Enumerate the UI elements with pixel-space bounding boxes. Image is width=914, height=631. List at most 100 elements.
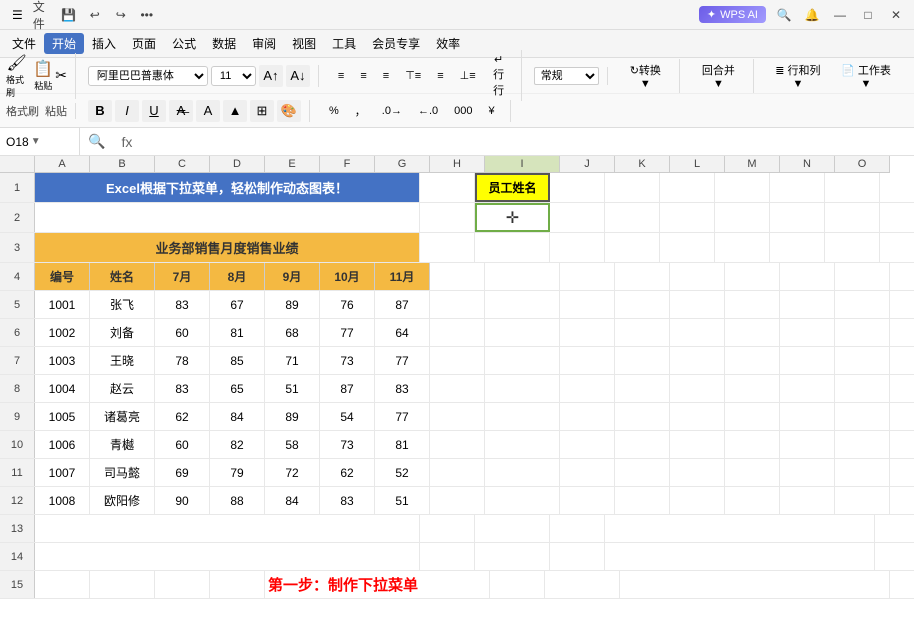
cell-F4[interactable]: 10月: [320, 263, 375, 290]
search-icon[interactable]: 🔍: [774, 5, 794, 25]
cell-K3[interactable]: [605, 233, 660, 262]
cell-B9[interactable]: 诸葛亮: [90, 403, 155, 430]
cell-O6[interactable]: [835, 319, 890, 346]
menu-formula[interactable]: 公式: [164, 33, 204, 54]
decimal-inc-btn[interactable]: .0→: [375, 102, 409, 120]
cell-D10[interactable]: 82: [210, 431, 265, 458]
cell-M8[interactable]: [725, 375, 780, 402]
cell-G7[interactable]: 77: [375, 347, 430, 374]
cell-N6[interactable]: [780, 319, 835, 346]
cell-E9[interactable]: 89: [265, 403, 320, 430]
cell-E6[interactable]: 68: [265, 319, 320, 346]
cell-H11[interactable]: [430, 459, 485, 486]
cell-N2[interactable]: [770, 203, 825, 232]
cell-M6[interactable]: [725, 319, 780, 346]
cell-O11[interactable]: [835, 459, 890, 486]
cell-B15[interactable]: [90, 571, 155, 598]
cell-G4[interactable]: 11月: [375, 263, 430, 290]
menu-insert[interactable]: 插入: [84, 33, 124, 54]
cell-J11[interactable]: [560, 459, 615, 486]
italic-btn[interactable]: I: [115, 100, 139, 122]
cell-G12[interactable]: 51: [375, 487, 430, 514]
cell-M9[interactable]: [725, 403, 780, 430]
row-col-btn[interactable]: ≣ 行和列▼: [766, 59, 830, 93]
cell-I14[interactable]: [475, 543, 550, 570]
cell-J5[interactable]: [560, 291, 615, 318]
cell-B10[interactable]: 青樾: [90, 431, 155, 458]
cell-N4[interactable]: [780, 263, 835, 290]
wrap-text-btn[interactable]: ↵行行: [485, 50, 513, 101]
cell-G10[interactable]: 81: [375, 431, 430, 458]
cell-F9[interactable]: 54: [320, 403, 375, 430]
cell-O7[interactable]: [835, 347, 890, 374]
cell-B7[interactable]: 王晓: [90, 347, 155, 374]
number-format-selector[interactable]: 常规: [534, 67, 599, 85]
cell-A5[interactable]: 1001: [35, 291, 90, 318]
comma-btn[interactable]: ，: [348, 100, 373, 122]
cell-D7[interactable]: 85: [210, 347, 265, 374]
cell-E12[interactable]: 84: [265, 487, 320, 514]
cell-F11[interactable]: 62: [320, 459, 375, 486]
cell-H8[interactable]: [430, 375, 485, 402]
cell-D6[interactable]: 81: [210, 319, 265, 346]
cell-G6[interactable]: 64: [375, 319, 430, 346]
cell-C10[interactable]: 60: [155, 431, 210, 458]
cell-L9[interactable]: [670, 403, 725, 430]
cell-N7[interactable]: [780, 347, 835, 374]
cell-C15[interactable]: [155, 571, 210, 598]
cell-A1[interactable]: Excel根据下拉菜单，轻松制作动态图表！: [35, 173, 420, 202]
cell-L4[interactable]: [670, 263, 725, 290]
cell-N8[interactable]: [780, 375, 835, 402]
cell-C6[interactable]: 60: [155, 319, 210, 346]
cell-C4[interactable]: 7月: [155, 263, 210, 290]
cell-A12[interactable]: 1008: [35, 487, 90, 514]
cell-J9[interactable]: [560, 403, 615, 430]
cell-A15[interactable]: [35, 571, 90, 598]
cell-F5[interactable]: 76: [320, 291, 375, 318]
cell-C5[interactable]: 83: [155, 291, 210, 318]
cell-J1[interactable]: [550, 173, 605, 202]
menu-data[interactable]: 数据: [204, 33, 244, 54]
cut-btn[interactable]: ✂: [55, 67, 67, 84]
cell-J2[interactable]: [550, 203, 605, 232]
cell-F10[interactable]: 73: [320, 431, 375, 458]
convert-btn[interactable]: ↻转换▼: [620, 59, 671, 93]
align-middle-btn[interactable]: ≡: [430, 67, 450, 85]
cell-L2[interactable]: [660, 203, 715, 232]
cell-C8[interactable]: 83: [155, 375, 210, 402]
cell-O9[interactable]: [835, 403, 890, 430]
format-painter-btn[interactable]: 🖌 格式刷: [6, 53, 27, 99]
undo-icon[interactable]: ↩: [85, 5, 105, 25]
cell-D15[interactable]: [210, 571, 265, 598]
cell-L6[interactable]: [670, 319, 725, 346]
cell-F12[interactable]: 83: [320, 487, 375, 514]
cell-I3[interactable]: [475, 233, 550, 262]
strikethrough-btn[interactable]: A̶: [169, 100, 193, 122]
cell-K11[interactable]: [615, 459, 670, 486]
cell-H6[interactable]: [430, 319, 485, 346]
wps-ai-button[interactable]: ✦WPS AI: [699, 6, 766, 23]
cell-M5[interactable]: [725, 291, 780, 318]
cell-K5[interactable]: [615, 291, 670, 318]
cell-N3[interactable]: [770, 233, 825, 262]
cell-F8[interactable]: 87: [320, 375, 375, 402]
cell-O5[interactable]: [835, 291, 890, 318]
cell-K6[interactable]: [615, 319, 670, 346]
cell-H10[interactable]: [430, 431, 485, 458]
menu-page[interactable]: 页面: [124, 33, 164, 54]
cell-N11[interactable]: [780, 459, 835, 486]
cell-J14[interactable]: [550, 543, 605, 570]
more-icon[interactable]: •••: [137, 5, 157, 25]
cell-B5[interactable]: 张飞: [90, 291, 155, 318]
cell-B12[interactable]: 欧阳修: [90, 487, 155, 514]
cell-O12[interactable]: [835, 487, 890, 514]
cell-B4[interactable]: 姓名: [90, 263, 155, 290]
cell-J13[interactable]: [550, 515, 605, 542]
fill-color-btn[interactable]: 🎨: [277, 100, 301, 122]
minimize-icon[interactable]: —: [830, 5, 850, 25]
cell-I9[interactable]: [485, 403, 560, 430]
cell-K8[interactable]: [615, 375, 670, 402]
cell-A9[interactable]: 1005: [35, 403, 90, 430]
cell-I13[interactable]: [475, 515, 550, 542]
redo-icon[interactable]: ↪: [111, 5, 131, 25]
